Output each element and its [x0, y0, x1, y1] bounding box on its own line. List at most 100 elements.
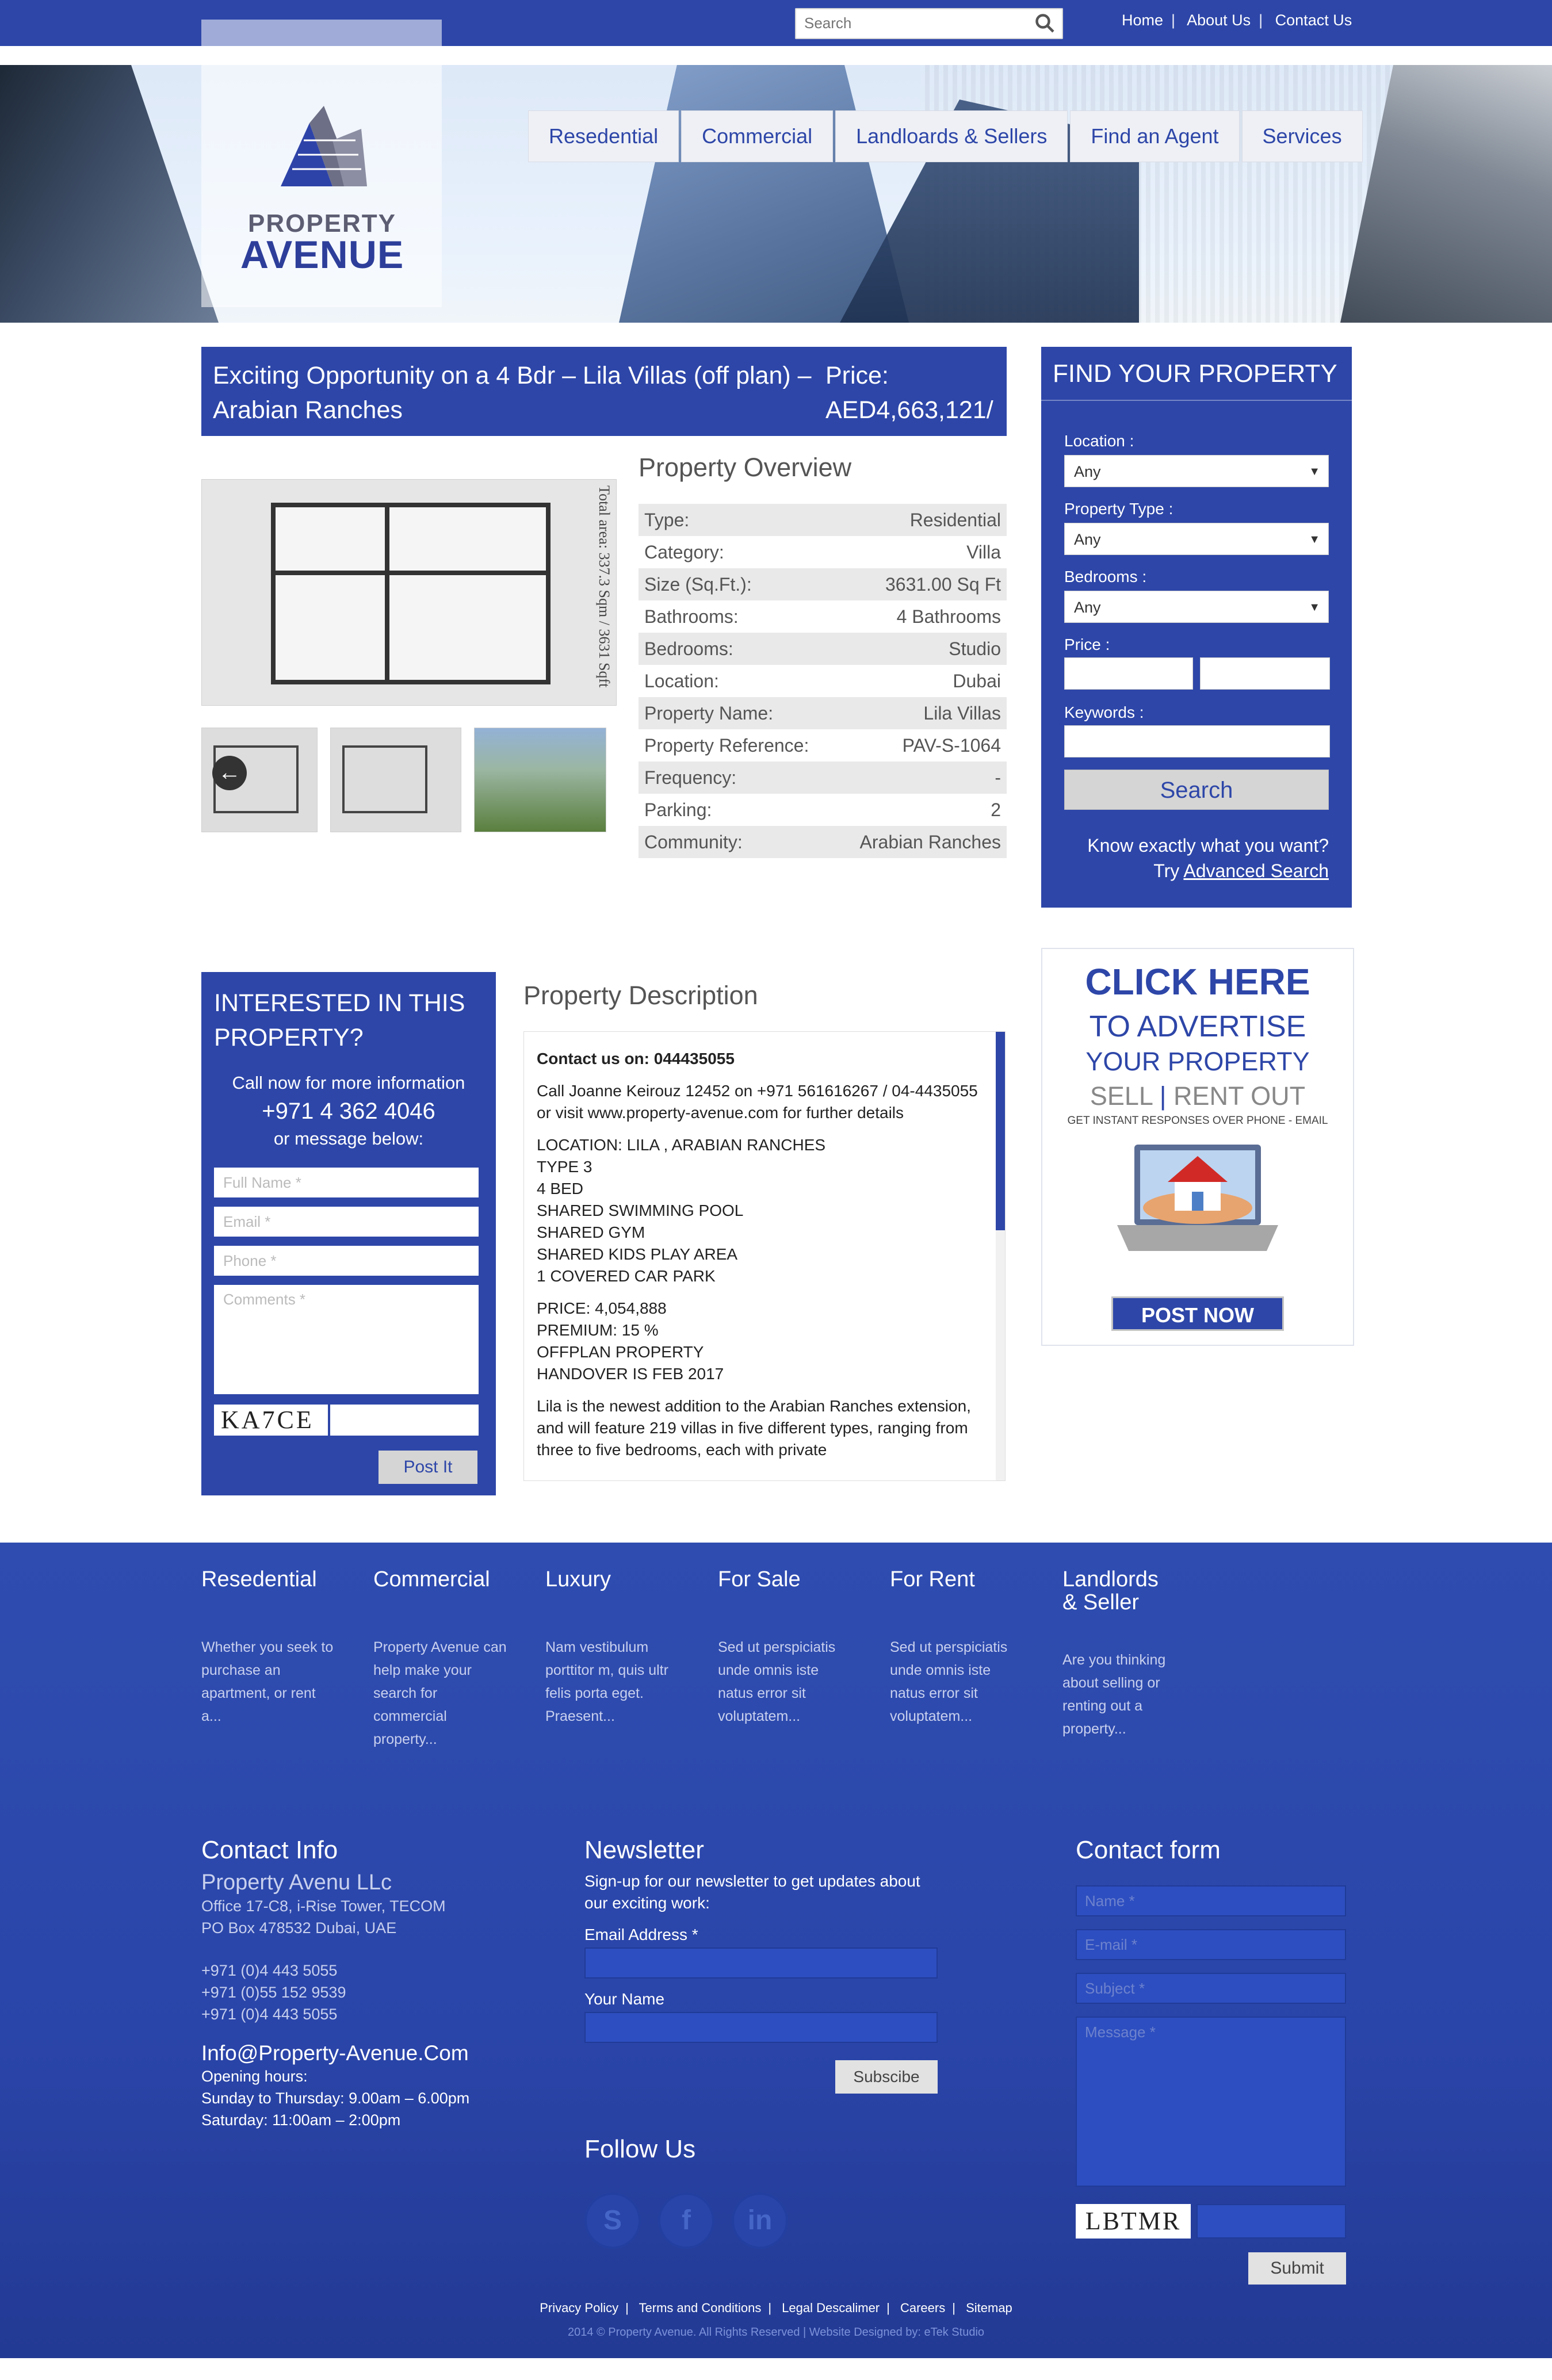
footer-column-title[interactable]: For Sale [718, 1568, 856, 1591]
comments-input[interactable]: Comments * [214, 1285, 479, 1394]
contact-line: Contact us on: 044435055 [537, 1050, 735, 1067]
scrollbar-thumb[interactable] [996, 1032, 1005, 1230]
dropdown-arrow-icon: ▼ [1309, 601, 1320, 614]
subject-input[interactable]: Subject * [1076, 1973, 1346, 2004]
bedrooms-select[interactable]: Any ▼ [1064, 591, 1329, 623]
home-link[interactable]: Home [1122, 12, 1163, 29]
property-type-select[interactable]: Any ▼ [1064, 523, 1329, 555]
call-text: Call now for more information [232, 1073, 465, 1093]
building-logo-icon [281, 106, 367, 186]
footer: Resedential Whether you seek to purchase… [0, 1543, 1552, 2358]
scrollbar[interactable] [996, 1032, 1005, 1480]
footer-column-title[interactable]: Resedential [201, 1568, 339, 1591]
description-box[interactable]: Contact us on: 044435055 Call Joanne Kei… [523, 1031, 1006, 1481]
social-links: S f in [584, 2192, 788, 2249]
subscribe-button[interactable]: Subscibe [835, 2060, 938, 2094]
ad-sell: SELL [1090, 1081, 1153, 1111]
nav-residential[interactable]: Resedential [528, 110, 679, 162]
overview-row: Location: Dubai [639, 665, 1007, 697]
nav-find-agent[interactable]: Find an Agent [1070, 110, 1240, 162]
footer-column-title[interactable]: Commercial [373, 1568, 511, 1591]
price-block: PRICE: 4,054,888 PREMIUM: 15 % OFFPLAN P… [537, 1298, 985, 1385]
captcha-image: KA7CE [214, 1405, 328, 1436]
price-max-input[interactable] [1200, 657, 1330, 690]
legal-link[interactable]: Legal Descalimer [782, 2301, 880, 2315]
row-value: Dubai [953, 671, 1001, 691]
price-min-input[interactable] [1064, 657, 1193, 690]
newsletter-name-input[interactable] [584, 2012, 938, 2043]
feature-line: LOCATION: LILA , ARABIAN RANCHES [537, 1136, 826, 1154]
footer-column-title[interactable]: For Rent [890, 1568, 1028, 1591]
newsletter-email-input[interactable] [584, 1947, 938, 1979]
ad-rent: RENT OUT [1173, 1081, 1306, 1111]
feature-line: SHARED SWIMMING POOL [537, 1202, 744, 1219]
arrow-left-icon[interactable]: ← [212, 756, 247, 790]
email-input[interactable]: Email * [214, 1207, 479, 1237]
advanced-search-link[interactable]: Advanced Search [1183, 860, 1329, 881]
skype-icon[interactable]: S [584, 2192, 641, 2249]
nav-commercial[interactable]: Commercial [681, 110, 834, 162]
row-value: 4 Bathrooms [896, 606, 1001, 627]
phone-input[interactable]: Phone * [214, 1246, 479, 1276]
price-line: OFFPLAN PROPERTY [537, 1343, 704, 1361]
separator: | [886, 2301, 890, 2315]
thumbnail[interactable]: ← [201, 728, 318, 832]
captcha-input[interactable] [330, 1405, 479, 1436]
select-value: Any [1074, 531, 1101, 548]
footer-column-title[interactable]: Luxury [545, 1568, 683, 1591]
bottom-links: Privacy Policy | Terms and Conditions | Le… [0, 2301, 1552, 2316]
full-name-input[interactable]: Full Name * [214, 1168, 479, 1197]
enquiry-title: INTERESTED IN THIS PROPERTY? [214, 989, 465, 1051]
newsletter: Newsletter Sign-up for our newsletter to… [584, 1836, 941, 2094]
price-line: PRICE: 4,054,888 [537, 1299, 667, 1317]
email-link[interactable]: Info@Property-Avenue.Com [201, 2041, 546, 2065]
post-it-button[interactable]: Post It [379, 1451, 477, 1484]
message-text: or message below: [273, 1128, 424, 1149]
sitemap-link[interactable]: Sitemap [966, 2301, 1012, 2315]
search-icon[interactable] [1034, 13, 1055, 33]
main-photo[interactable]: Total area: 337.3 Sqm / 3631 Sqft [201, 479, 617, 706]
overview-row: Category: Villa [639, 536, 1007, 568]
keywords-input[interactable] [1064, 725, 1330, 757]
facebook-icon[interactable]: f [658, 2192, 714, 2249]
submit-button[interactable]: Submit [1248, 2252, 1346, 2285]
description-paragraph: Lila is the newest addition to the Arabi… [537, 1397, 971, 1459]
captcha-image: LBTMR [1076, 2204, 1191, 2239]
about-link[interactable]: About Us [1187, 12, 1251, 29]
building-image [0, 65, 219, 323]
bedrooms-label: Bedrooms : [1064, 568, 1147, 586]
privacy-link[interactable]: Privacy Policy [540, 2301, 618, 2315]
contact-link[interactable]: Contact Us [1275, 12, 1352, 29]
careers-link[interactable]: Careers [900, 2301, 945, 2315]
terms-link[interactable]: Terms and Conditions [639, 2301, 762, 2315]
location-select[interactable]: Any ▼ [1064, 455, 1329, 487]
thumbnail[interactable] [474, 728, 606, 832]
footer-column-text: Sed ut perspiciatis unde omnis iste natu… [890, 1639, 1008, 1724]
thumbnail[interactable] [330, 728, 461, 832]
nav-services[interactable]: Services [1241, 110, 1363, 162]
row-value: Residential [909, 510, 1001, 530]
row-label: Property Reference: [644, 735, 809, 756]
name-input[interactable]: Name * [1076, 1885, 1346, 1916]
overview-row: Frequency: - [639, 762, 1007, 794]
captcha-input[interactable] [1197, 2204, 1346, 2239]
message-input[interactable]: Message * [1076, 2017, 1346, 2187]
overview-row: Parking: 2 [639, 794, 1007, 826]
newsletter-title: Newsletter [584, 1836, 704, 1864]
email-input[interactable]: E-mail * [1076, 1929, 1346, 1960]
copyright: 2014 © Property Avenue. All Rights Reser… [567, 2326, 985, 2339]
site-search[interactable] [795, 8, 1063, 39]
feature-line: 1 COVERED CAR PARK [537, 1267, 716, 1285]
main-nav: Resedential Commercial Landloards & Sell… [528, 110, 1363, 162]
nav-landlords-sellers[interactable]: Landloards & Sellers [835, 110, 1068, 162]
feature-line: SHARED KIDS PLAY AREA [537, 1245, 738, 1263]
linkedin-icon[interactable]: in [732, 2192, 788, 2249]
search-input[interactable] [803, 9, 1012, 37]
advertise-banner[interactable]: CLICK HERE TO ADVERTISE YOUR PROPERTY SE… [1041, 948, 1354, 1346]
search-button[interactable]: Search [1064, 770, 1329, 810]
footer-column: Resedential Whether you seek to purchase… [201, 1568, 339, 1728]
overview-row: Community: Arabian Ranches [639, 826, 1007, 858]
footer-column-title[interactable]: Landlords & Seller [1062, 1568, 1178, 1614]
logo[interactable]: PROPERTY AVENUE [201, 20, 442, 307]
post-now-button[interactable]: POST NOW [1111, 1296, 1284, 1331]
